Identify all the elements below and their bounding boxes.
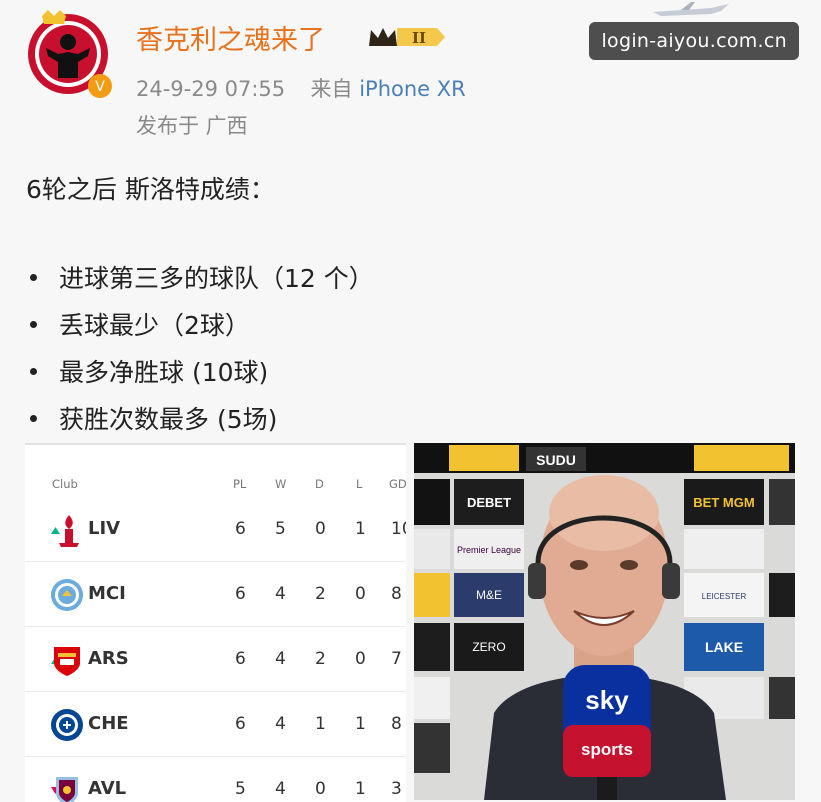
mic-sky-label: sky	[585, 685, 629, 715]
cell-d: 1	[315, 714, 326, 734]
interview-scene: SUDU DEBET Premier League M&E ZERO BET M…	[414, 443, 795, 800]
cell-gd: 10	[391, 519, 406, 539]
interview-photo[interactable]: SUDU DEBET Premier League M&E ZERO BET M…	[414, 443, 795, 800]
header-w: W	[275, 477, 287, 491]
table-row: AVL 5 4 0 1 3	[25, 757, 406, 802]
list-item: 获胜次数最多 (5场)	[30, 396, 374, 443]
liverpool-crest-icon	[59, 515, 79, 547]
airplane-icon	[653, 2, 729, 16]
cell-w: 4	[275, 584, 286, 604]
source-prefix: 来自	[310, 77, 353, 101]
man-city-crest-icon	[51, 579, 83, 611]
chelsea-crest-icon	[51, 709, 83, 741]
board-betmgm: BET MGM	[693, 495, 754, 510]
cell-w: 4	[275, 649, 286, 669]
header-gd: GD	[389, 477, 406, 491]
bullet-dot	[30, 414, 37, 422]
verified-badge: V	[95, 79, 105, 95]
cell-pl: 6	[235, 649, 246, 669]
cell-d: 2	[315, 584, 326, 604]
post-headline: 6轮之后 斯洛特成绩：	[26, 175, 275, 204]
table-row: MCI 6 4 2 0 8	[25, 562, 406, 627]
cell-pl: 6	[235, 584, 246, 604]
board-lake: LAKE	[705, 639, 743, 655]
svg-text:II: II	[412, 29, 426, 47]
cell-l: 1	[355, 519, 366, 539]
board-premier-league: Premier League	[457, 545, 521, 555]
header-club: Club	[52, 477, 78, 491]
post-time: 24-9-29 07:55	[136, 77, 286, 101]
board-debet: DEBET	[467, 495, 511, 510]
club-abbr: LIV	[88, 518, 121, 539]
watermark: login-aiyou.com.cn	[589, 22, 799, 60]
cell-l: 0	[355, 584, 366, 604]
club-abbr: ARS	[88, 648, 129, 669]
cell-d: 2	[315, 649, 326, 669]
source-device-link[interactable]: iPhone XR	[359, 77, 466, 101]
header-l: L	[356, 477, 363, 491]
cell-pl: 6	[235, 519, 246, 539]
post-meta: 24-9-29 07:55 来自 iPhone XR	[136, 73, 466, 103]
post-location: 发布于 广西	[136, 114, 248, 138]
cell-pl: 6	[235, 714, 246, 734]
cell-w: 4	[275, 714, 286, 734]
list-item: 丢球最少（2球）	[30, 302, 374, 349]
cell-gd: 3	[391, 779, 402, 799]
board-zero: ZERO	[472, 640, 505, 654]
cell-l: 1	[355, 779, 366, 799]
header-d: D	[315, 477, 324, 491]
club-abbr: MCI	[88, 583, 126, 604]
cell-gd: 8	[391, 714, 402, 734]
list-item: 进球第三多的球队（12 个）	[30, 255, 374, 302]
mic-sports-label: sports	[581, 740, 633, 759]
avatar[interactable]: V	[22, 8, 114, 100]
cell-w: 4	[275, 779, 286, 799]
aston-villa-crest-icon	[56, 777, 78, 802]
cell-gd: 8	[391, 584, 402, 604]
cell-d: 0	[315, 779, 326, 799]
bullet-dot	[30, 273, 37, 281]
cell-w: 5	[275, 519, 286, 539]
table-row: ARS 6 4 2 0 7	[25, 627, 406, 692]
board-me: M&E	[476, 588, 502, 602]
cell-gd: 7	[391, 649, 402, 669]
arsenal-crest-icon	[54, 647, 80, 676]
bullet-dot	[30, 320, 37, 328]
table-row: LIV 6 5 0 1 10	[25, 497, 406, 562]
cell-d: 0	[315, 519, 326, 539]
list-item: 最多净胜球 (10球)	[30, 349, 374, 396]
table-row: CHE 6 4 1 1 8	[25, 692, 406, 757]
username[interactable]: 香克利之魂来了	[136, 18, 325, 57]
bullet-dot	[30, 367, 37, 375]
board-sudu: SUDU	[536, 452, 576, 468]
league-table-image[interactable]: Club PL W D L GD LIV 6 5 0 1 10 MCI 6 4 …	[25, 443, 406, 802]
cell-pl: 5	[235, 779, 246, 799]
cell-l: 1	[355, 714, 366, 734]
club-abbr: AVL	[88, 778, 127, 799]
club-abbr: CHE	[88, 713, 129, 734]
header-pl: PL	[233, 477, 247, 491]
bullet-list: 进球第三多的球队（12 个） 丢球最少（2球） 最多净胜球 (10球) 获胜次数…	[30, 255, 374, 443]
cell-l: 0	[355, 649, 366, 669]
vip-crown-icon[interactable]: II	[367, 22, 447, 52]
board-leicester: LEICESTER	[702, 592, 747, 601]
